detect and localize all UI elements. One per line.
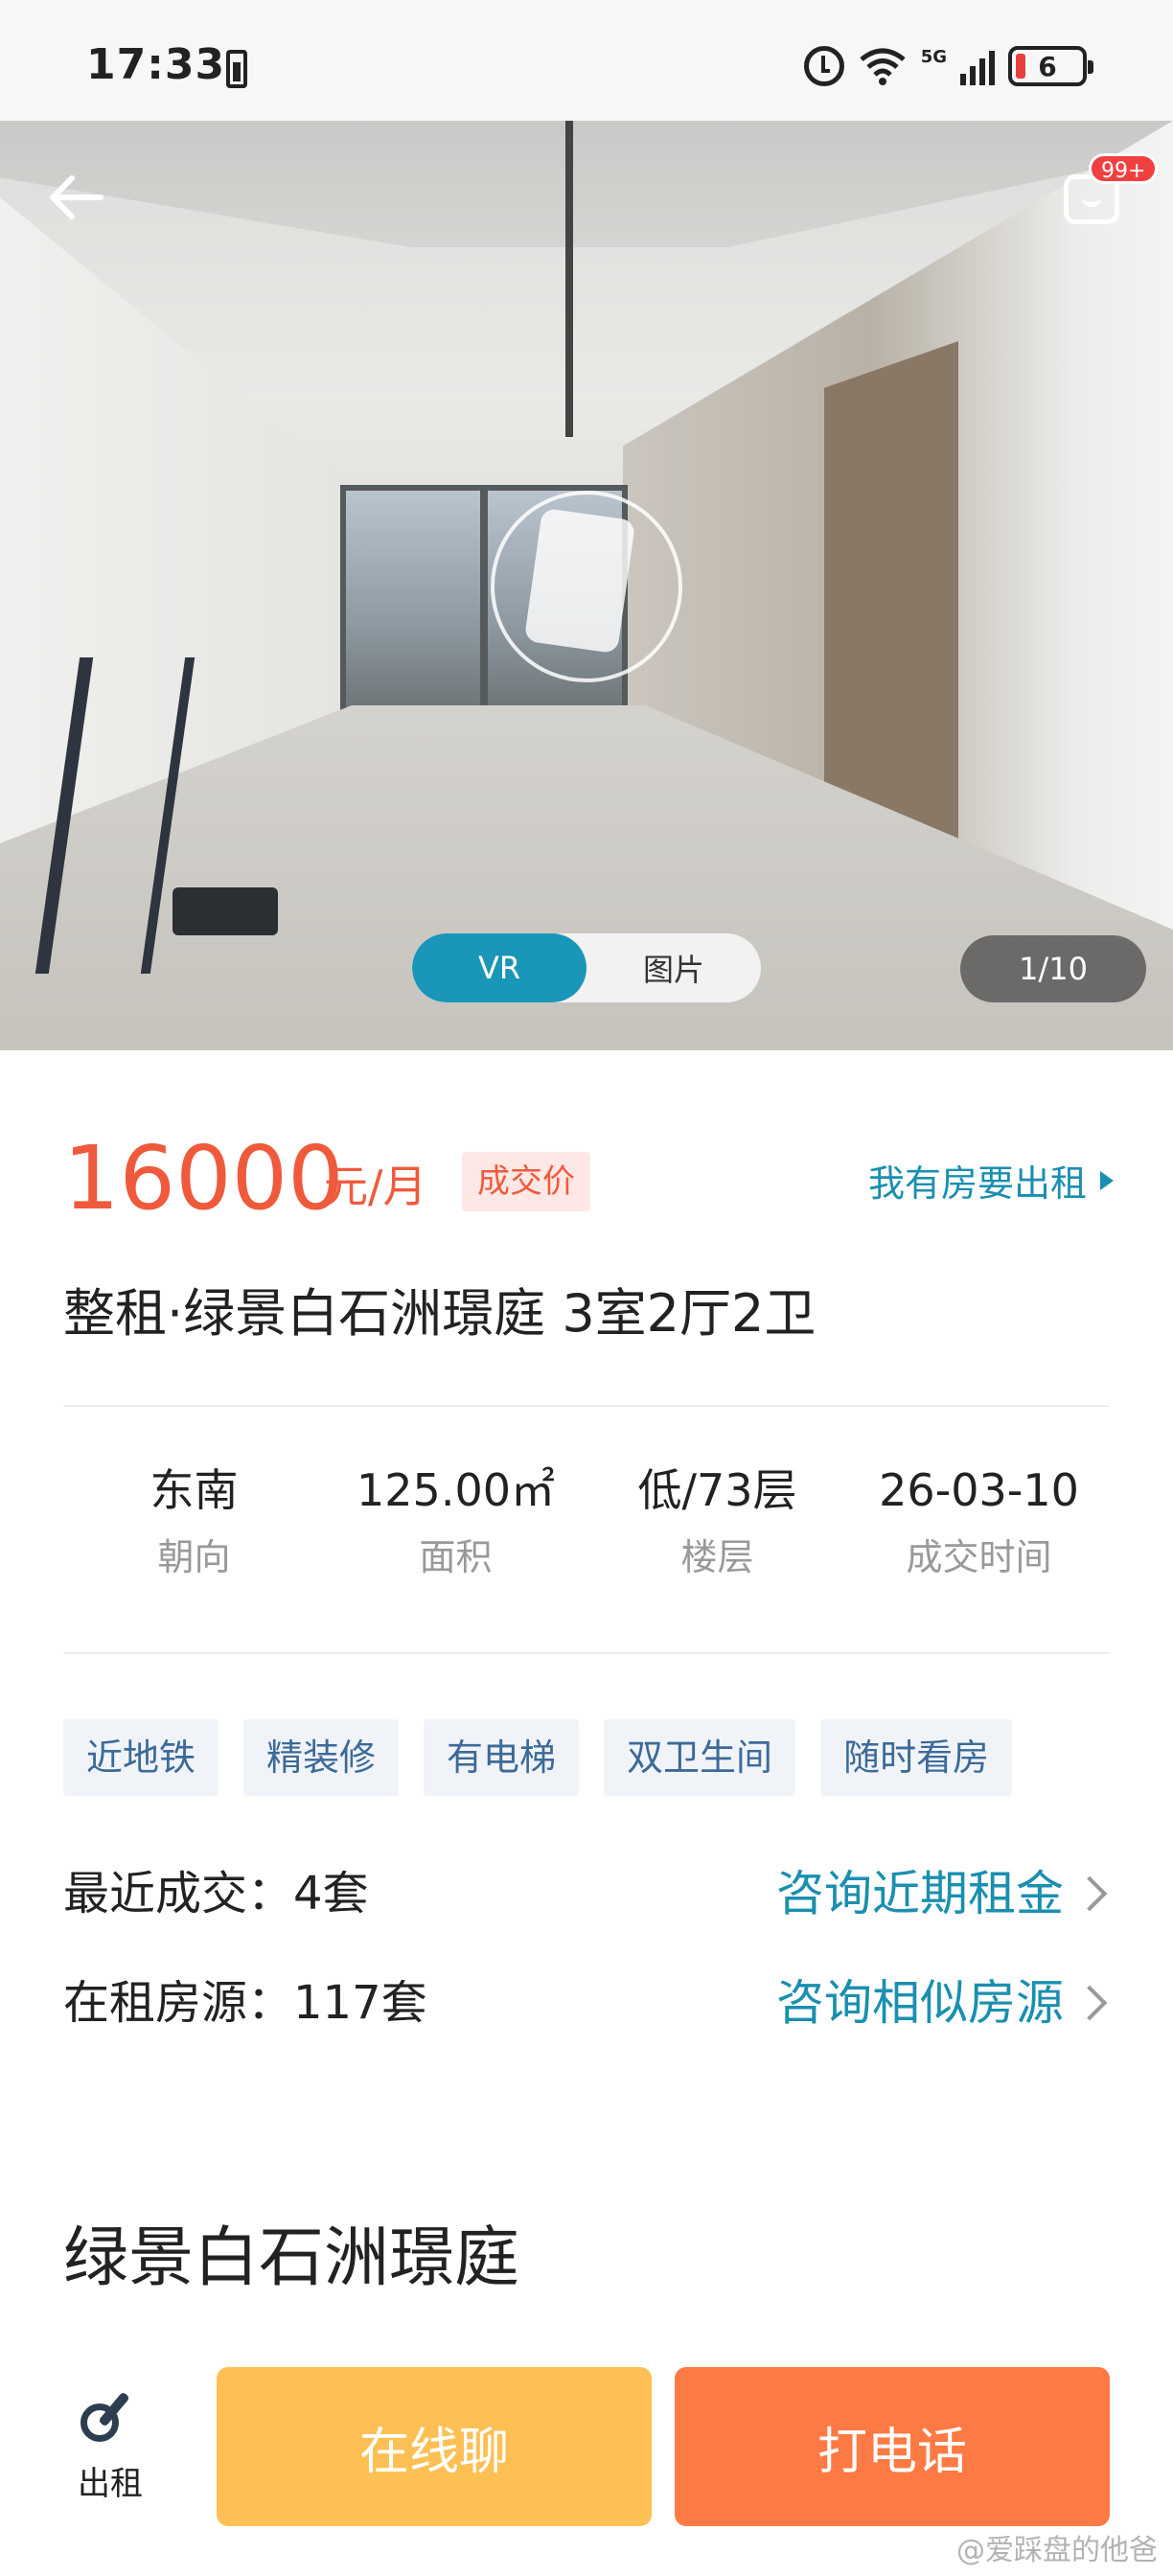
rent-out-button-label: 出租: [78, 2465, 143, 2503]
stat-deal-date: 26-03-10 成交时间: [848, 1457, 1110, 1600]
price-value: 16000: [63, 1127, 344, 1230]
status-bar: 17:33 5G 6: [0, 0, 1173, 121]
divider: [63, 1405, 1110, 1407]
chevron-right-icon: [1071, 1985, 1108, 2021]
wifi-icon: [858, 46, 908, 86]
rent-out-link[interactable]: 我有房要出租: [868, 1154, 1114, 1207]
stat-value: 125.00㎡: [356, 1464, 555, 1516]
tag-elevator: 有电梯: [424, 1719, 580, 1796]
back-button[interactable]: [38, 159, 115, 236]
key-stats: 东南 朝向 125.00㎡ 面积 低/73层 楼层 26-03-10 成交时间: [63, 1457, 1110, 1600]
deal-price-badge: 成交价: [462, 1152, 590, 1211]
stat-value: 低/73层: [637, 1464, 797, 1516]
recent-deals-count: 最近成交：4套: [63, 1867, 369, 1920]
battery-saver-icon: [226, 50, 247, 88]
recent-deals-row: 最近成交：4套 咨询近期租金: [63, 1855, 1110, 1932]
tag-near-metro: 近地铁: [63, 1719, 219, 1796]
call-button[interactable]: 打电话: [675, 2367, 1110, 2526]
stat-value: 东南: [150, 1464, 239, 1516]
stat-area: 125.00㎡ 面积: [325, 1457, 586, 1600]
stat-orientation: 东南 朝向: [63, 1457, 325, 1600]
key-icon: [77, 2382, 144, 2450]
listing-title: 整租·绿景白石洲璟庭 3室2厅2卫: [63, 1283, 816, 1344]
tag-viewing-anytime: 随时看房: [820, 1719, 1013, 1796]
stat-floor: 低/73层 楼层: [586, 1457, 848, 1600]
tag-two-bathrooms: 双卫生间: [604, 1719, 796, 1796]
triangle-right-icon: [1100, 1170, 1114, 1190]
network-type: 5G: [920, 46, 947, 67]
watermark: @爱踩盘的他爸: [956, 2534, 1158, 2567]
stat-label: 成交时间: [906, 1536, 1052, 1578]
price-row: 16000 元/月 成交价 我有房要出租: [63, 1131, 1114, 1227]
price-unit: 元/月: [324, 1161, 427, 1212]
tag-fine-decoration: 精装修: [243, 1719, 400, 1796]
stat-label: 朝向: [157, 1536, 231, 1578]
listing-photo[interactable]: 99+ VR 图片 1/10: [0, 121, 1173, 1050]
stat-value: 26-03-10: [879, 1464, 1079, 1516]
consult-similar-label: 咨询相似房源: [776, 1975, 1064, 2031]
tab-vr[interactable]: VR: [412, 933, 586, 1002]
feature-tags: 近地铁 精装修 有电梯 双卫生间 随时看房: [63, 1719, 1013, 1796]
messages-button[interactable]: 99+: [1058, 153, 1159, 230]
photo-counter: 1/10: [960, 935, 1146, 1002]
photo-toolbox: [172, 887, 278, 935]
battery-level: 6: [1038, 50, 1057, 82]
stat-label: 面积: [419, 1536, 493, 1578]
online-chat-button[interactable]: 在线聊: [217, 2367, 652, 2526]
rent-out-button[interactable]: 出租: [58, 2382, 163, 2507]
active-listings-row: 在租房源：117套 咨询相似房源: [63, 1965, 1110, 2041]
rent-out-label: 我有房要出租: [867, 1162, 1087, 1205]
consult-rent-label: 咨询近期租金: [776, 1866, 1064, 1921]
consult-similar-link[interactable]: 咨询相似房源: [776, 1965, 1110, 2041]
chevron-right-icon: [1071, 1875, 1108, 1912]
status-time: 17:33: [86, 40, 226, 89]
signal-icon: [960, 47, 995, 85]
alarm-icon: [803, 46, 844, 86]
vr-play-icon[interactable]: [491, 491, 682, 682]
consult-rent-link[interactable]: 咨询近期租金: [776, 1855, 1110, 1932]
divider: [63, 1652, 1110, 1654]
status-icons: 5G 6: [803, 42, 1093, 90]
active-listings-count: 在租房源：117套: [63, 1976, 427, 2030]
tab-photos[interactable]: 图片: [586, 933, 761, 1002]
battery-icon: 6: [1008, 46, 1093, 86]
community-name: 绿景白石洲璟庭: [63, 2220, 520, 2296]
arrow-left-icon: [50, 175, 104, 219]
media-toggle[interactable]: VR 图片: [412, 933, 761, 1002]
message-count-badge: 99+: [1089, 153, 1159, 184]
photo-ceiling-rail: [565, 121, 573, 437]
stat-label: 楼层: [680, 1536, 754, 1578]
